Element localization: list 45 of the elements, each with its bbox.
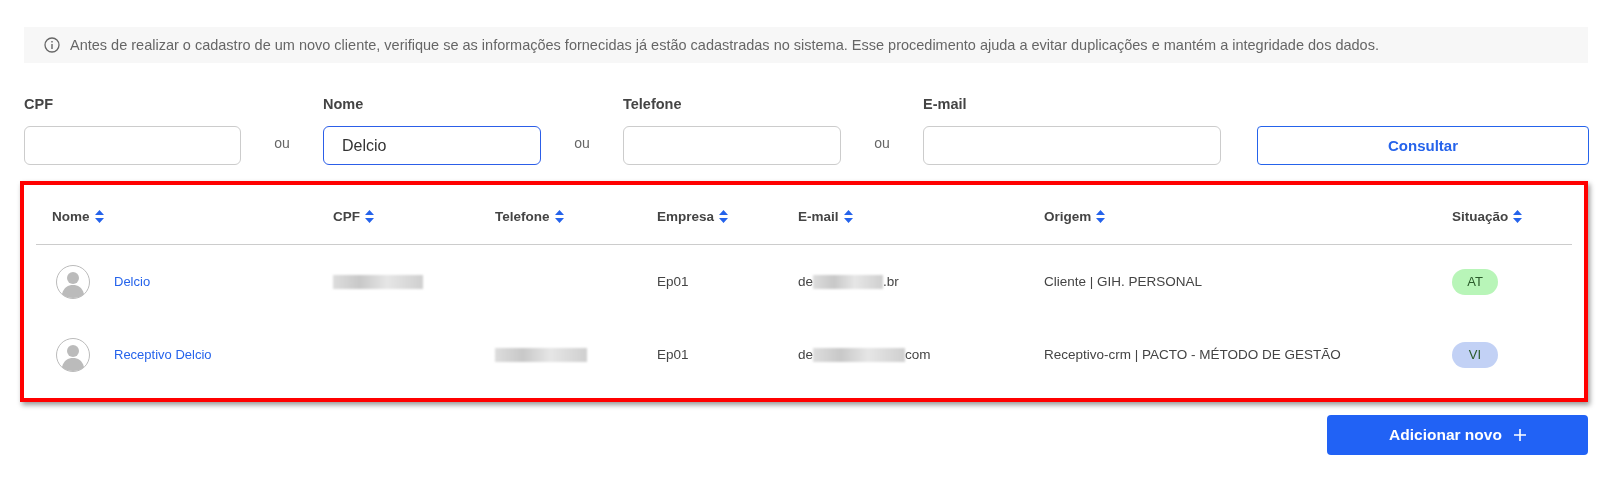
- email-end: com: [905, 347, 931, 362]
- sort-icon[interactable]: [1096, 210, 1106, 223]
- separator-text: ou: [273, 135, 291, 153]
- column-header[interactable]: E-mail: [798, 209, 839, 224]
- table-cell: Receptivo-crm | PACTO - MÉTODO DE GESTÃO: [1044, 347, 1341, 362]
- sort-icon[interactable]: [1513, 210, 1523, 223]
- info-text: Antes de realizar o cadastro de um novo cliente, verifique se as informações fornecidas já estão cadastradas no sistema. Esse procedimento ajuda a evitar duplicações e mantém a integridade dos dados.: [70, 37, 1379, 53]
- search-button[interactable]: Consultar: [1257, 126, 1589, 165]
- sort-icon[interactable]: [719, 210, 729, 223]
- column-header[interactable]: Nome: [52, 209, 90, 224]
- avatar-icon: [56, 337, 90, 372]
- column-header[interactable]: CPF: [333, 209, 360, 224]
- avatar-icon: [56, 264, 90, 299]
- table-cell: Ep01: [657, 347, 689, 362]
- plus-icon: [1513, 429, 1526, 441]
- input-field[interactable]: [923, 126, 1221, 165]
- table-cell: Ep01: [657, 274, 689, 289]
- status-badge: VI: [1452, 341, 1498, 368]
- separator-text: ou: [873, 135, 891, 153]
- table-cell: Cliente | GIH. PERSONAL: [1044, 274, 1203, 289]
- client-name-link[interactable]: Receptivo Delcio: [114, 347, 212, 362]
- sort-icon[interactable]: [843, 210, 853, 223]
- input-field[interactable]: [623, 126, 841, 165]
- sort-icon[interactable]: [554, 210, 564, 223]
- field-label: CPF: [24, 96, 54, 112]
- column-header[interactable]: Telefone: [495, 209, 550, 224]
- column-header[interactable]: Situação: [1452, 209, 1509, 224]
- column-header[interactable]: Origem: [1044, 209, 1092, 224]
- input-field[interactable]: [24, 126, 241, 165]
- field-label: E-mail: [923, 96, 968, 112]
- input-field[interactable]: Delcio: [323, 126, 541, 165]
- email-start: de: [798, 347, 814, 362]
- client-name-link[interactable]: Delcio: [114, 274, 151, 289]
- redacted-email: [813, 274, 884, 289]
- add-new-button[interactable]: Adicionar novo: [1327, 415, 1588, 455]
- sort-icon[interactable]: [365, 210, 374, 223]
- separator-text: ou: [573, 135, 591, 153]
- status-badge: AT: [1452, 268, 1498, 295]
- info-icon: [44, 37, 60, 53]
- sort-icon[interactable]: [94, 210, 104, 223]
- column-header[interactable]: Empresa: [657, 209, 715, 224]
- email-start: de: [798, 274, 814, 289]
- field-label: Telefone: [623, 96, 683, 112]
- email-end: .br: [883, 274, 899, 289]
- field-label: Nome: [323, 96, 365, 112]
